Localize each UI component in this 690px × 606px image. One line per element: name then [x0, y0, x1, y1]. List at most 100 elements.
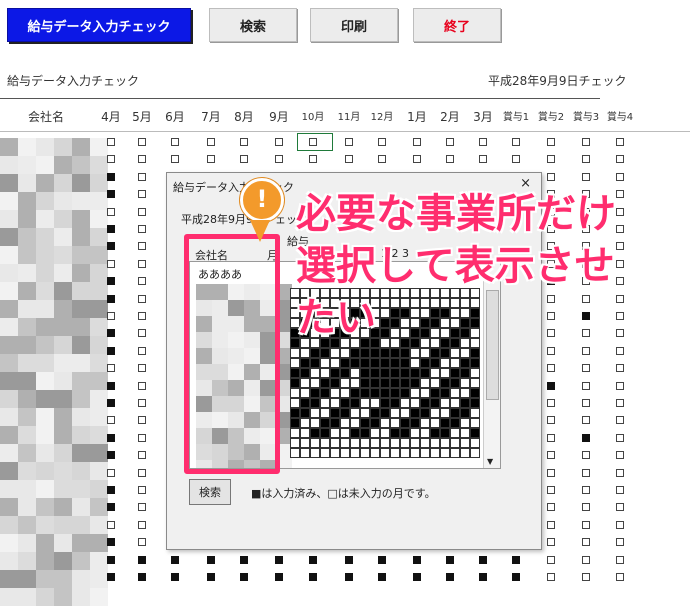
month-checkbox[interactable] — [138, 381, 146, 390]
month-checkbox[interactable] — [107, 225, 115, 233]
month-checkbox[interactable] — [275, 573, 283, 581]
month-checkbox[interactable] — [616, 329, 624, 338]
month-checkbox[interactable] — [240, 573, 248, 581]
month-checkbox[interactable] — [107, 381, 115, 390]
month-checkbox[interactable] — [582, 573, 590, 581]
month-checkbox[interactable] — [107, 486, 115, 494]
month-checkbox[interactable] — [171, 155, 179, 164]
month-checkbox[interactable] — [207, 573, 215, 581]
month-checkbox[interactable] — [413, 573, 421, 581]
month-checkbox[interactable] — [616, 190, 624, 199]
month-checkbox[interactable] — [582, 433, 590, 442]
month-checkbox[interactable] — [616, 503, 624, 512]
month-checkbox[interactable] — [138, 207, 146, 216]
month-checkbox[interactable] — [582, 416, 590, 425]
month-checkbox[interactable] — [275, 555, 283, 564]
month-checkbox[interactable] — [616, 294, 624, 303]
month-checkbox[interactable] — [275, 138, 283, 146]
month-checkbox[interactable] — [616, 486, 624, 494]
month-checkbox[interactable] — [138, 555, 146, 564]
month-checkbox[interactable] — [107, 364, 115, 373]
month-checkbox[interactable] — [138, 520, 146, 529]
month-checkbox[interactable] — [107, 207, 115, 216]
month-checkbox[interactable] — [547, 329, 555, 338]
month-checkbox[interactable] — [107, 399, 115, 407]
month-checkbox[interactable] — [616, 225, 624, 233]
month-checkbox[interactable] — [107, 259, 115, 268]
month-checkbox[interactable] — [107, 520, 115, 529]
month-checkbox[interactable] — [138, 433, 146, 442]
month-checkbox[interactable] — [582, 294, 590, 303]
month-checkbox[interactable] — [547, 138, 555, 146]
month-checkbox[interactable] — [582, 381, 590, 390]
month-checkbox[interactable] — [616, 207, 624, 216]
close-icon[interactable]: × — [520, 176, 531, 191]
month-checkbox[interactable] — [547, 573, 555, 581]
month-checkbox[interactable] — [479, 573, 487, 581]
month-checkbox[interactable] — [547, 451, 555, 460]
month-checkbox[interactable] — [107, 451, 115, 460]
month-checkbox[interactable] — [616, 416, 624, 425]
print-button[interactable]: 印刷 — [310, 8, 398, 42]
month-checkbox[interactable] — [616, 520, 624, 529]
month-checkbox[interactable] — [138, 503, 146, 512]
month-checkbox[interactable] — [309, 555, 317, 564]
month-checkbox[interactable] — [616, 172, 624, 181]
month-checkbox[interactable] — [582, 364, 590, 373]
month-checkbox[interactable] — [378, 155, 386, 164]
month-checkbox[interactable] — [547, 520, 555, 529]
month-checkbox[interactable] — [107, 346, 115, 355]
month-checkbox[interactable] — [446, 555, 454, 564]
month-checkbox[interactable] — [345, 138, 353, 146]
month-checkbox[interactable] — [275, 155, 283, 164]
month-checkbox[interactable] — [240, 155, 248, 164]
month-checkbox[interactable] — [107, 242, 115, 251]
month-checkbox[interactable] — [138, 294, 146, 303]
scrollbar-thumb[interactable] — [486, 290, 499, 400]
month-checkbox[interactable] — [616, 242, 624, 251]
month-checkbox[interactable] — [240, 555, 248, 564]
month-checkbox[interactable] — [582, 468, 590, 477]
month-checkbox[interactable] — [446, 155, 454, 164]
month-checkbox[interactable] — [616, 364, 624, 373]
month-checkbox[interactable] — [547, 312, 555, 320]
month-checkbox[interactable] — [107, 155, 115, 164]
month-checkbox[interactable] — [616, 346, 624, 355]
month-checkbox[interactable] — [107, 172, 115, 181]
month-checkbox[interactable] — [616, 399, 624, 407]
month-checkbox[interactable] — [616, 433, 624, 442]
month-checkbox[interactable] — [582, 503, 590, 512]
month-checkbox[interactable] — [446, 573, 454, 581]
month-checkbox[interactable] — [616, 259, 624, 268]
month-checkbox[interactable] — [378, 555, 386, 564]
month-checkbox[interactable] — [138, 329, 146, 338]
month-checkbox[interactable] — [138, 242, 146, 251]
month-checkbox[interactable] — [512, 555, 520, 564]
month-checkbox[interactable] — [138, 277, 146, 286]
month-checkbox[interactable] — [171, 573, 179, 581]
month-checkbox[interactable] — [138, 312, 146, 320]
month-checkbox[interactable] — [107, 416, 115, 425]
month-checkbox[interactable] — [547, 172, 555, 181]
month-checkbox[interactable] — [138, 259, 146, 268]
month-checkbox[interactable] — [582, 172, 590, 181]
month-checkbox[interactable] — [413, 155, 421, 164]
month-checkbox[interactable] — [616, 573, 624, 581]
month-checkbox[interactable] — [616, 277, 624, 286]
month-checkbox[interactable] — [547, 486, 555, 494]
month-checkbox[interactable] — [309, 155, 317, 164]
month-checkbox[interactable] — [616, 468, 624, 477]
search-button[interactable]: 検索 — [209, 8, 297, 42]
month-checkbox[interactable] — [547, 381, 555, 390]
month-checkbox[interactable] — [107, 503, 115, 512]
month-checkbox[interactable] — [171, 555, 179, 564]
month-checkbox[interactable] — [547, 468, 555, 477]
month-checkbox[interactable] — [345, 155, 353, 164]
month-checkbox[interactable] — [547, 346, 555, 355]
month-checkbox[interactable] — [207, 155, 215, 164]
month-checkbox[interactable] — [345, 555, 353, 564]
month-checkbox[interactable] — [138, 155, 146, 164]
month-checkbox[interactable] — [138, 416, 146, 425]
month-checkbox[interactable] — [309, 573, 317, 581]
month-checkbox[interactable] — [138, 172, 146, 181]
